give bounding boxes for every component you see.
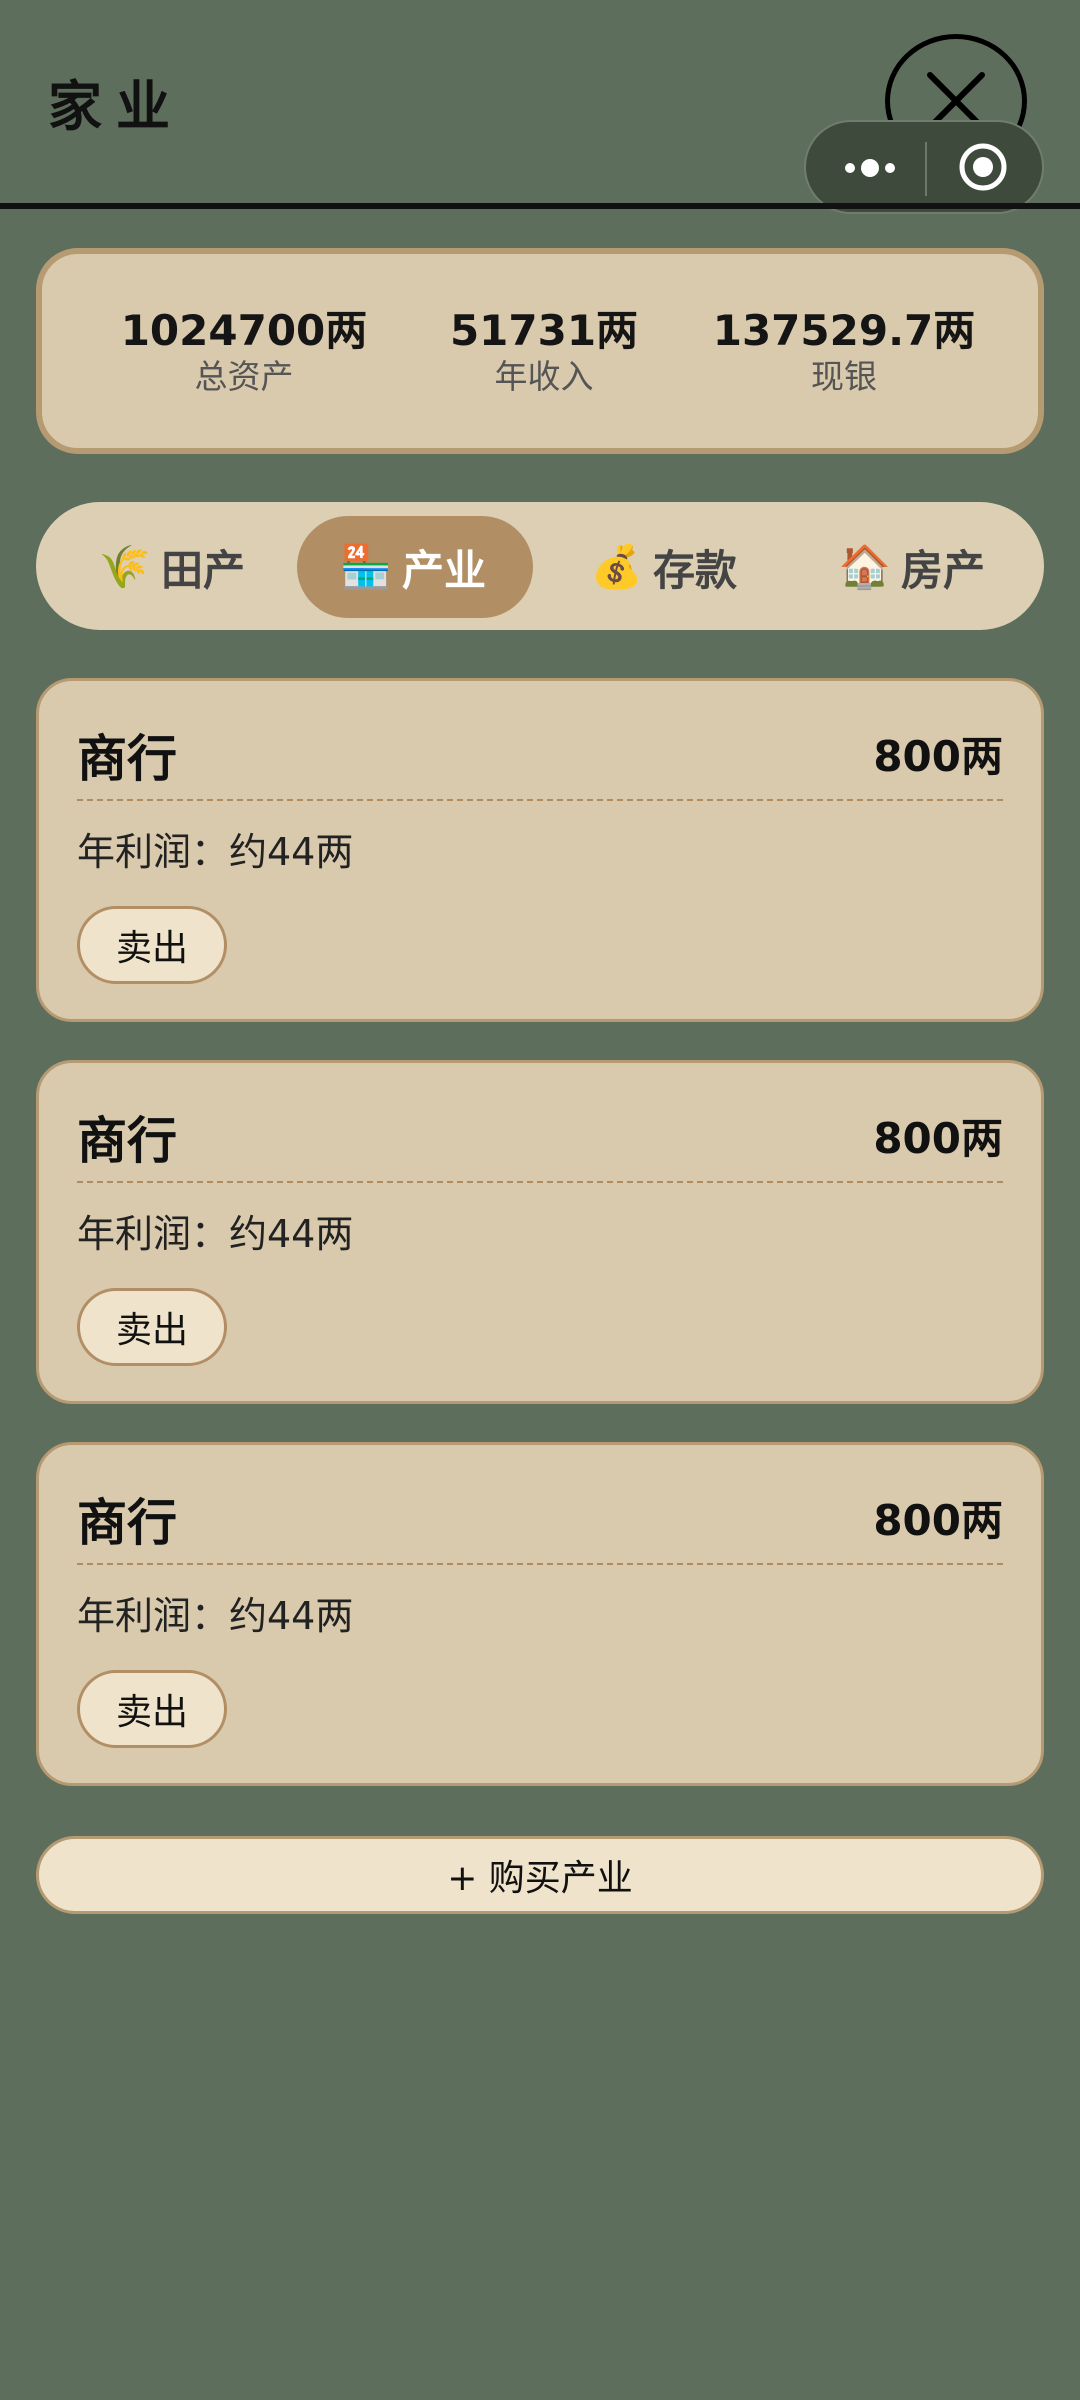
tab-farmland[interactable]: 🌾 田产: [56, 516, 292, 618]
store-icon: 🏪: [339, 542, 393, 591]
business-name: 商行: [77, 1494, 177, 1552]
card-divider: [77, 799, 1003, 801]
tab-deposit[interactable]: 💰 存款: [548, 516, 784, 618]
stat-label: 现银: [811, 357, 877, 396]
tab-label: 存款: [652, 545, 737, 595]
header-divider: [0, 203, 1080, 209]
card-divider: [77, 1563, 1003, 1565]
business-card: 商行 800两 年利润：约44两 卖出: [36, 1442, 1044, 1786]
house-icon: 🏠: [838, 542, 892, 591]
stat-value: 51731两: [449, 306, 639, 355]
business-name: 商行: [77, 1112, 177, 1170]
stat-value: 1024700两: [120, 306, 368, 355]
business-name: 商行: [77, 730, 177, 788]
tab-industry[interactable]: 🏪 产业: [297, 516, 533, 618]
stat-annual-income: 51731两 年收入: [394, 306, 694, 398]
tab-property[interactable]: 🏠 房产: [796, 516, 1032, 618]
business-price: 800两: [873, 1114, 1003, 1163]
business-profit: 年利润：约44两: [77, 830, 354, 874]
category-tabs: 🌾 田产 🏪 产业 💰 存款 🏠 房产: [36, 502, 1044, 630]
assets-summary-card: 1024700两 总资产 51731两 年收入 137529.7两 现银: [36, 248, 1044, 454]
business-price: 800两: [873, 1496, 1003, 1545]
wheat-icon: 🌾: [98, 542, 152, 591]
business-card: 商行 800两 年利润：约44两 卖出: [36, 678, 1044, 1022]
mini-program-capsule: [804, 120, 1044, 214]
tab-label: 产业: [401, 545, 486, 595]
sell-button[interactable]: 卖出: [77, 1288, 227, 1366]
page-title: 家业: [48, 75, 184, 138]
header-bar: 家业: [0, 0, 1080, 214]
capsule-divider: [925, 142, 927, 196]
more-dots-icon[interactable]: [840, 152, 950, 184]
tab-label: 房产: [900, 545, 985, 595]
tab-label: 田产: [160, 545, 245, 595]
stat-label: 年收入: [494, 357, 594, 396]
business-profit: 年利润：约44两: [77, 1594, 354, 1638]
business-price: 800两: [873, 732, 1003, 781]
buy-industry-button[interactable]: + 购买产业: [36, 1836, 1044, 1914]
business-profit: 年利润：约44两: [77, 1212, 354, 1256]
record-target-icon[interactable]: [958, 142, 1008, 192]
stat-value: 137529.7两: [712, 306, 976, 355]
stat-cash: 137529.7两 现银: [694, 306, 994, 398]
money-bag-icon: 💰: [590, 542, 644, 591]
stat-total-assets: 1024700两 总资产: [94, 306, 394, 398]
business-card: 商行 800两 年利润：约44两 卖出: [36, 1060, 1044, 1404]
sell-button[interactable]: 卖出: [77, 906, 227, 984]
card-divider: [77, 1181, 1003, 1183]
stat-label: 总资产: [194, 357, 294, 396]
sell-button[interactable]: 卖出: [77, 1670, 227, 1748]
